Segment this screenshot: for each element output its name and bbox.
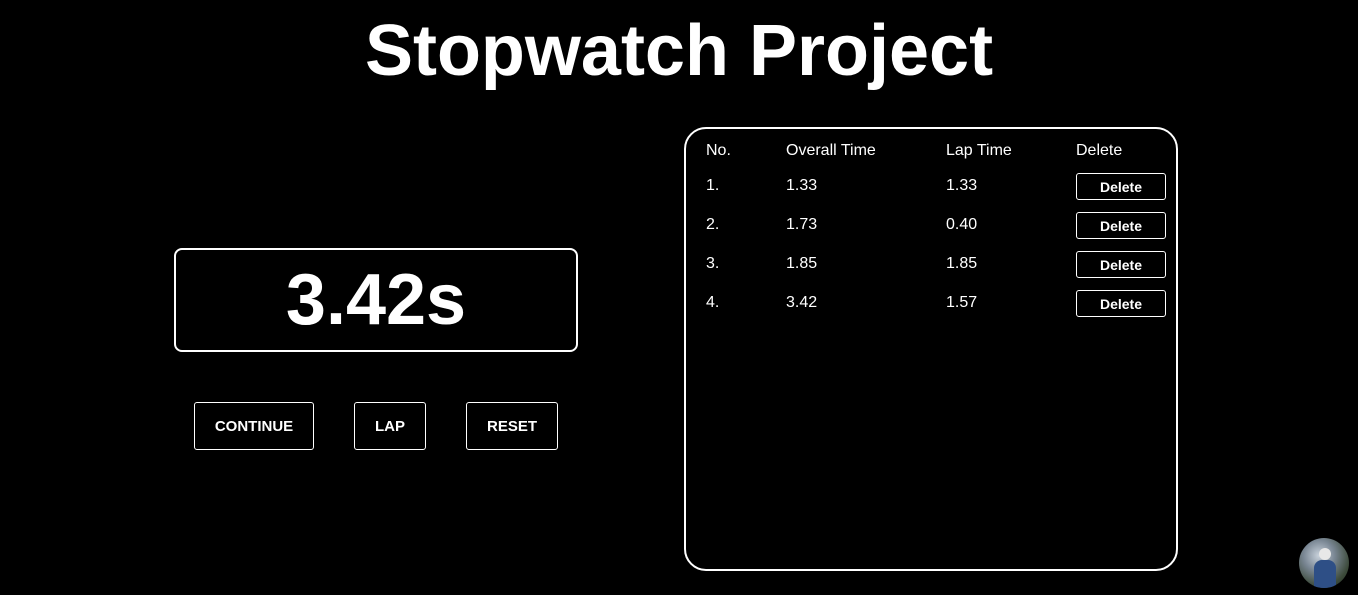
table-row: 1. 1.33 1.33 Delete (686, 171, 1176, 201)
reset-button[interactable]: RESET (466, 402, 558, 450)
delete-button[interactable]: Delete (1076, 290, 1166, 317)
row-lap-time: 1.33 (946, 177, 978, 194)
timer-display: 3.42s (285, 260, 467, 340)
table-row: 4. 3.42 1.57 Delete (686, 288, 1176, 318)
delete-button[interactable]: Delete (1076, 173, 1166, 200)
row-no: 4. (706, 294, 720, 311)
row-overall-time: 1.85 (786, 255, 818, 272)
table-row: 2. 1.73 0.40 Delete (686, 210, 1176, 240)
stopwatch-page: Stopwatch Project 3.42s CONTINUE LAP RES… (0, 0, 1358, 595)
header-delete: Delete (1076, 142, 1123, 159)
row-no: 1. (706, 177, 720, 194)
lap-table-header: No. Overall Time Lap Time Delete (686, 136, 1176, 166)
row-overall-time: 3.42 (786, 294, 818, 311)
avatar[interactable] (1299, 538, 1349, 588)
delete-button[interactable]: Delete (1076, 212, 1166, 239)
row-overall-time: 1.33 (786, 177, 818, 194)
row-lap-time: 0.40 (946, 216, 978, 233)
lap-button[interactable]: LAP (354, 402, 426, 450)
lap-table: No. Overall Time Lap Time Delete 1. 1.33… (684, 127, 1178, 571)
row-lap-time: 1.85 (946, 255, 978, 272)
avatar-body (1314, 560, 1336, 588)
avatar-head (1319, 548, 1331, 560)
header-no: No. (706, 142, 731, 159)
row-lap-time: 1.57 (946, 294, 978, 311)
row-overall-time: 1.73 (786, 216, 818, 233)
row-no: 2. (706, 216, 720, 233)
timer-display-box: 3.42s (174, 248, 578, 352)
table-row: 3. 1.85 1.85 Delete (686, 249, 1176, 279)
page-title: Stopwatch Project (364, 11, 994, 91)
row-no: 3. (706, 255, 720, 272)
header-overall-time: Overall Time (786, 142, 876, 159)
continue-button[interactable]: CONTINUE (194, 402, 314, 450)
header-lap-time: Lap Time (946, 142, 1012, 159)
delete-button[interactable]: Delete (1076, 251, 1166, 278)
